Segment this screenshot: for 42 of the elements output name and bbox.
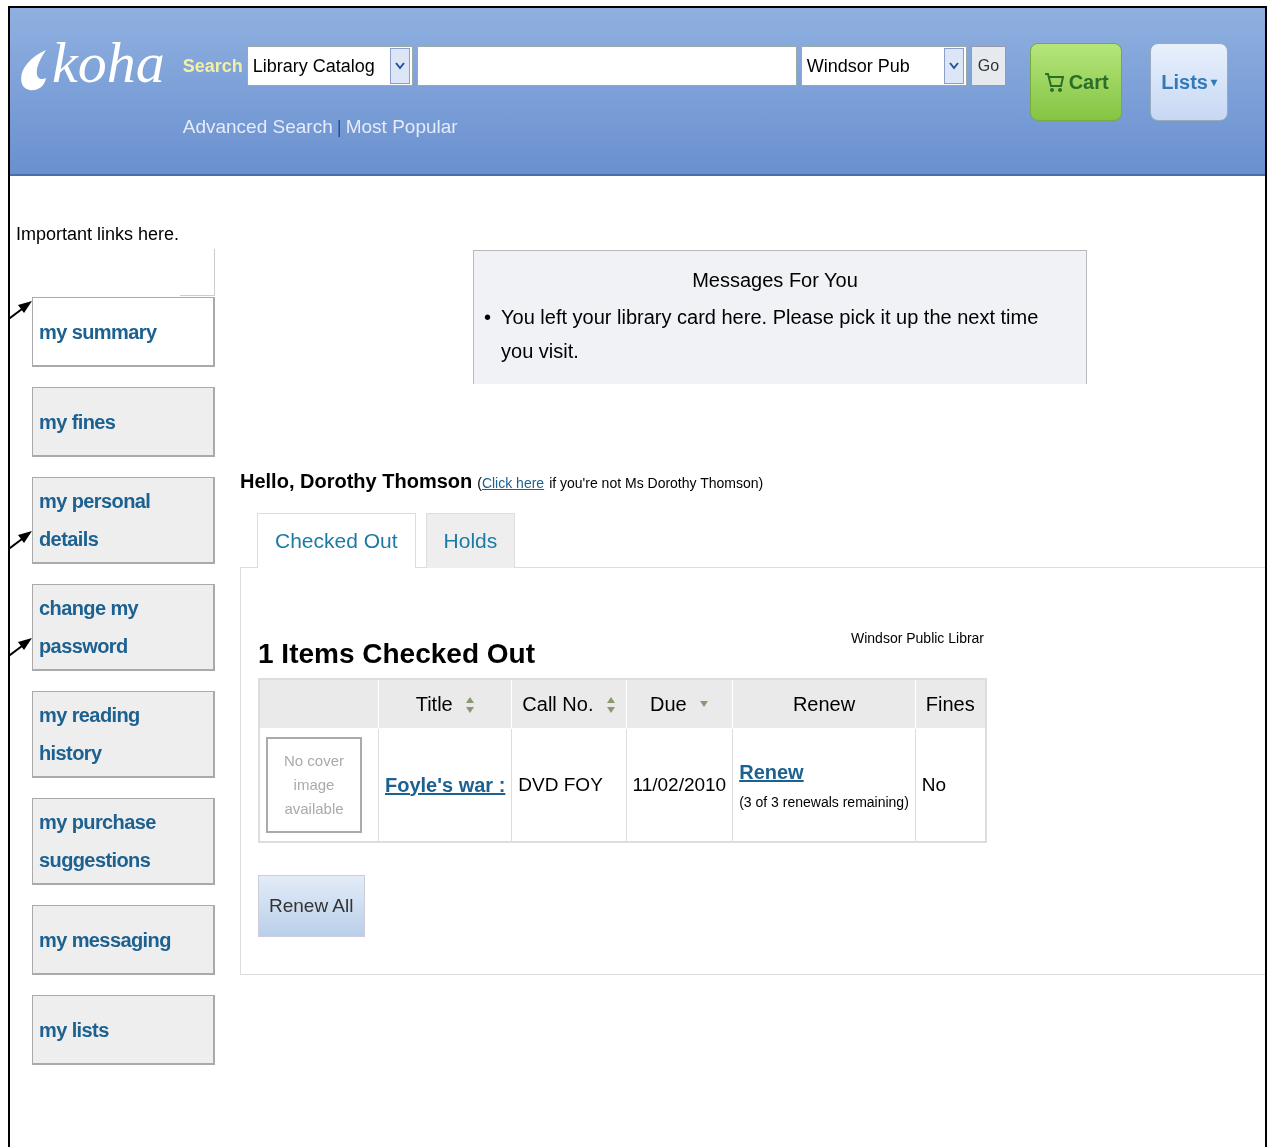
renewals-note: (3 of 3 renewals remaining) [739,793,909,810]
title-link[interactable]: Foyle's war : [385,773,506,796]
dropdown-icon [394,62,405,70]
lists-button[interactable]: Lists▾ [1150,43,1229,121]
library-name: Windsor Public Librar [851,630,985,646]
section-heading: 1 Items Checked Out [258,638,535,670]
renew-link[interactable]: Renew [739,760,804,783]
cart-button[interactable]: Cart [1030,43,1123,121]
tab[interactable]: Holds [425,513,516,568]
library-select[interactable]: Windsor Pub [800,46,967,86]
sidebar-link[interactable]: change my password [32,584,215,671]
tab[interactable]: Checked Out [257,513,416,568]
cart-icon [1043,71,1064,93]
link-separator: | [336,116,342,138]
sidebar-link[interactable]: my personal details [32,477,215,564]
sidebar-intro: Important links here. [15,224,181,245]
greeting: Hello, Dorothy Thomson [240,470,473,493]
click-here-link[interactable]: Click here [481,475,545,491]
message-text: You left your library card here. Please pick it up the next time you visit. [501,305,1040,364]
search-label: Search [182,55,243,77]
paren: ( [477,475,482,491]
sidebar-link[interactable]: my reading history [32,691,215,778]
column-header[interactable]: Call No. [511,679,626,729]
go-button[interactable]: Go [970,46,1007,86]
sidebar-link[interactable]: my lists [32,995,215,1065]
greeting-note: if you're not Ms Dorothy Thomson) [549,475,764,491]
dropdown-icon [948,62,959,70]
messages-title: Messages For You [691,269,859,292]
sidebar-link[interactable]: my fines [32,387,215,457]
column-header[interactable]: Renew [732,679,916,729]
column-header[interactable]: Title [378,679,512,729]
sidebar-link[interactable]: my purchase suggestions [32,798,215,885]
column-header[interactable]: Due [626,679,733,729]
renew-all-button[interactable]: Renew All [258,875,365,937]
sidebar-link[interactable]: my messaging [32,905,215,975]
logo: koha [52,34,165,92]
bullet-icon: • [484,300,491,368]
search-field[interactable] [416,46,797,86]
sidebar-link[interactable]: my summary [32,297,215,367]
catalog-select[interactable]: Library Catalog [246,46,413,86]
column-header[interactable]: Fines [915,679,986,729]
no-cover-text: No cover image available [283,751,345,819]
